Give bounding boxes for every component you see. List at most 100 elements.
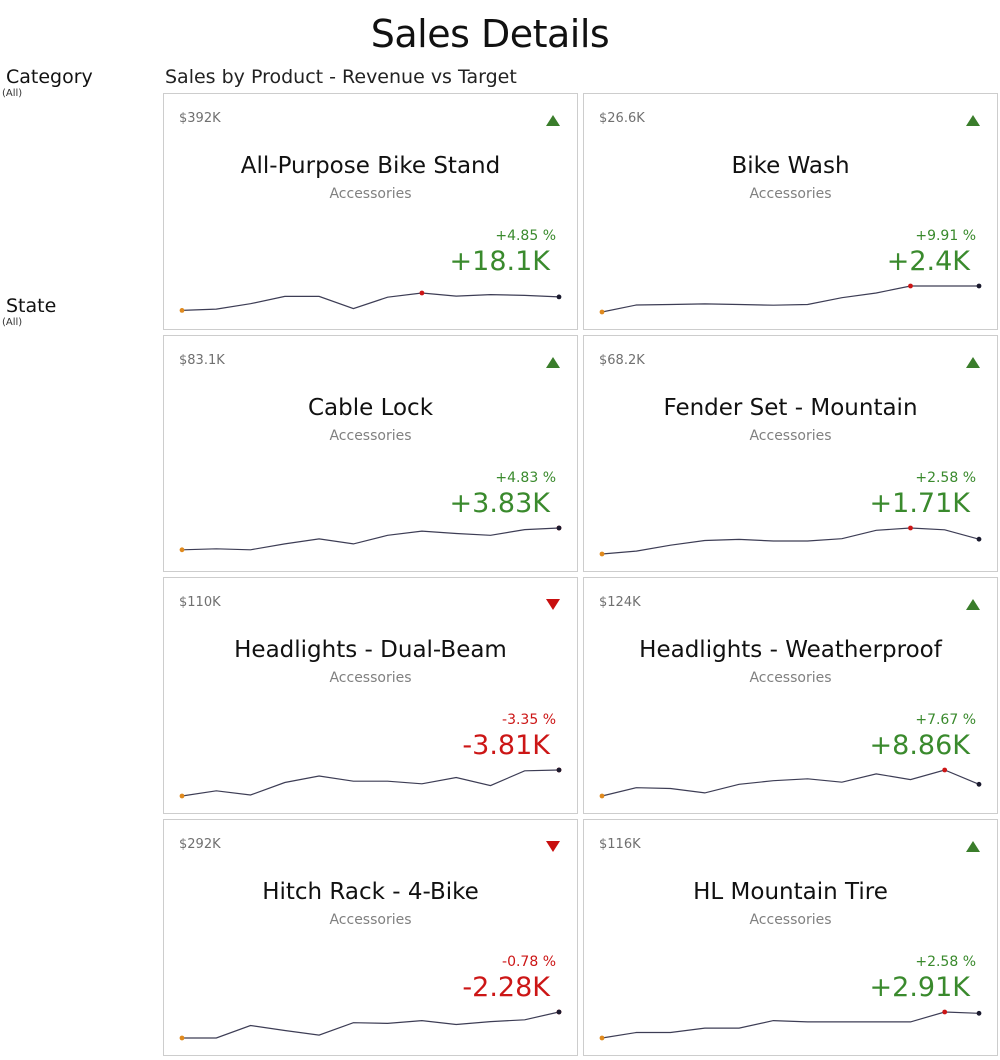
arrow-up-icon xyxy=(546,357,560,368)
variance-percent: +2.58 % xyxy=(915,954,976,970)
sparkline-start-point xyxy=(599,551,605,557)
product-card[interactable]: $292K Hitch Rack - 4-Bike Accessories -0.78… xyxy=(163,819,578,1056)
sparkline-path xyxy=(601,527,980,555)
sparkline-end-point xyxy=(556,525,562,531)
sparkline-start-point xyxy=(179,308,185,313)
product-category: Accessories xyxy=(329,912,412,928)
sparkline xyxy=(599,767,982,799)
actual-value: $116K xyxy=(599,837,641,852)
sparkline-max-point xyxy=(556,525,562,531)
variance-percent: +4.83 % xyxy=(495,470,556,486)
actual-value: $68.2K xyxy=(599,353,645,368)
sparkline-path xyxy=(181,769,560,797)
sparkline xyxy=(179,290,562,313)
arrow-up-icon xyxy=(966,599,980,610)
actual-value: $292K xyxy=(179,837,221,852)
sparkline-max-point xyxy=(556,1009,562,1015)
sparkline-end-point xyxy=(556,294,562,300)
actual-value: $392K xyxy=(179,111,221,126)
card-grid: $392K All-Purpose Bike Stand Accessories +4… xyxy=(163,93,998,1056)
sparkline xyxy=(599,1009,982,1041)
actual-value: $26.6K xyxy=(599,111,645,126)
variance-delta: +1.71K xyxy=(869,488,970,519)
sparkline-start-point xyxy=(179,547,185,553)
product-name: Headlights - Dual-Beam xyxy=(234,637,507,663)
actual-value: $83.1K xyxy=(179,353,225,368)
product-card[interactable]: $68.2K Fender Set - Mountain Accessories +2… xyxy=(583,335,998,572)
filter-state[interactable]: State (All) xyxy=(2,295,57,329)
sparkline-start-point xyxy=(179,793,185,799)
variance-percent: +7.67 % xyxy=(915,712,976,728)
product-category: Accessories xyxy=(749,428,832,444)
sparkline-max-point xyxy=(942,1009,948,1015)
sparkline-end-point xyxy=(556,1009,562,1015)
arrow-up-icon xyxy=(546,115,560,126)
sparkline-max-point xyxy=(419,290,425,296)
filter-state-label: State xyxy=(6,295,57,317)
sparkline-start-point xyxy=(179,1035,185,1041)
product-name: All-Purpose Bike Stand xyxy=(240,153,501,179)
variance-delta: -2.28K xyxy=(462,972,550,1003)
product-name: Cable Lock xyxy=(307,395,434,421)
sparkline-end-point xyxy=(976,283,982,289)
actual-value: $110K xyxy=(179,595,221,610)
variance-percent: -0.78 % xyxy=(502,954,556,970)
sparkline xyxy=(599,283,982,315)
arrow-up-icon xyxy=(966,357,980,368)
variance-delta: +8.86K xyxy=(869,730,970,761)
sparkline-end-point xyxy=(976,781,982,787)
sparkline-end-point xyxy=(556,767,562,773)
filter-state-value[interactable]: (All) xyxy=(2,317,56,329)
arrow-up-icon xyxy=(966,841,980,852)
variance-delta: -3.81K xyxy=(462,730,550,761)
sparkline-path xyxy=(181,527,560,551)
product-category: Accessories xyxy=(329,428,412,444)
product-card[interactable]: $116K HL Mountain Tire Accessories +2.58 % +… xyxy=(583,819,998,1056)
sparkline-start-point xyxy=(599,793,605,799)
sparkline-max-point xyxy=(556,767,562,773)
product-category: Accessories xyxy=(329,186,412,202)
product-name: HL Mountain Tire xyxy=(693,879,888,905)
sparkline-path xyxy=(601,769,980,797)
product-category: Accessories xyxy=(749,912,832,928)
sparkline xyxy=(179,1009,562,1041)
filter-category-value[interactable]: (All) xyxy=(2,88,93,100)
product-name: Fender Set - Mountain xyxy=(663,395,918,421)
product-name: Bike Wash xyxy=(731,153,850,179)
variance-percent: +2.58 % xyxy=(915,470,976,486)
cards-panel-title: Sales by Product - Revenue vs Target xyxy=(165,66,517,88)
sparkline-max-point xyxy=(908,283,913,289)
product-card[interactable]: $110K Headlights - Dual-Beam Accessories -3… xyxy=(163,577,578,814)
sparkline-end-point xyxy=(976,1010,982,1016)
sparkline xyxy=(599,525,982,557)
variance-delta: +18.1K xyxy=(449,246,550,277)
product-name: Hitch Rack - 4-Bike xyxy=(262,879,479,905)
product-card[interactable]: $392K All-Purpose Bike Stand Accessories +4… xyxy=(163,93,578,330)
variance-delta: +3.83K xyxy=(449,488,550,519)
product-category: Accessories xyxy=(749,186,832,202)
filter-category-label: Category xyxy=(6,66,93,88)
sparkline-path xyxy=(601,285,979,313)
actual-value: $124K xyxy=(599,595,641,610)
variance-percent: +4.85 % xyxy=(495,228,556,244)
sparkline-path xyxy=(182,1011,560,1039)
variance-delta: +2.91K xyxy=(869,972,970,1003)
page-title: Sales Details xyxy=(370,12,610,56)
variance-percent: +9.91 % xyxy=(915,228,976,244)
product-card[interactable]: $26.6K Bike Wash Accessories +9.91 % +2.4K xyxy=(583,93,998,330)
sparkline-max-point xyxy=(908,525,913,531)
product-card[interactable]: $83.1K Cable Lock Accessories +4.83 % +3.83K xyxy=(163,335,578,572)
sparkline-path xyxy=(181,292,560,311)
product-category: Accessories xyxy=(749,670,832,686)
variance-percent: -3.35 % xyxy=(502,712,556,728)
variance-delta: +2.4K xyxy=(886,246,970,277)
sparkline xyxy=(179,525,562,553)
product-card[interactable]: $124K Headlights - Weatherproof Accessorie… xyxy=(583,577,998,814)
product-name: Headlights - Weatherproof xyxy=(639,637,942,663)
product-category: Accessories xyxy=(329,670,412,686)
sparkline-start-point xyxy=(599,309,605,315)
sparkline-max-point xyxy=(942,767,948,773)
sparkline-end-point xyxy=(976,536,982,542)
filter-category[interactable]: Category (All) xyxy=(2,66,93,100)
arrow-up-icon xyxy=(966,115,980,126)
